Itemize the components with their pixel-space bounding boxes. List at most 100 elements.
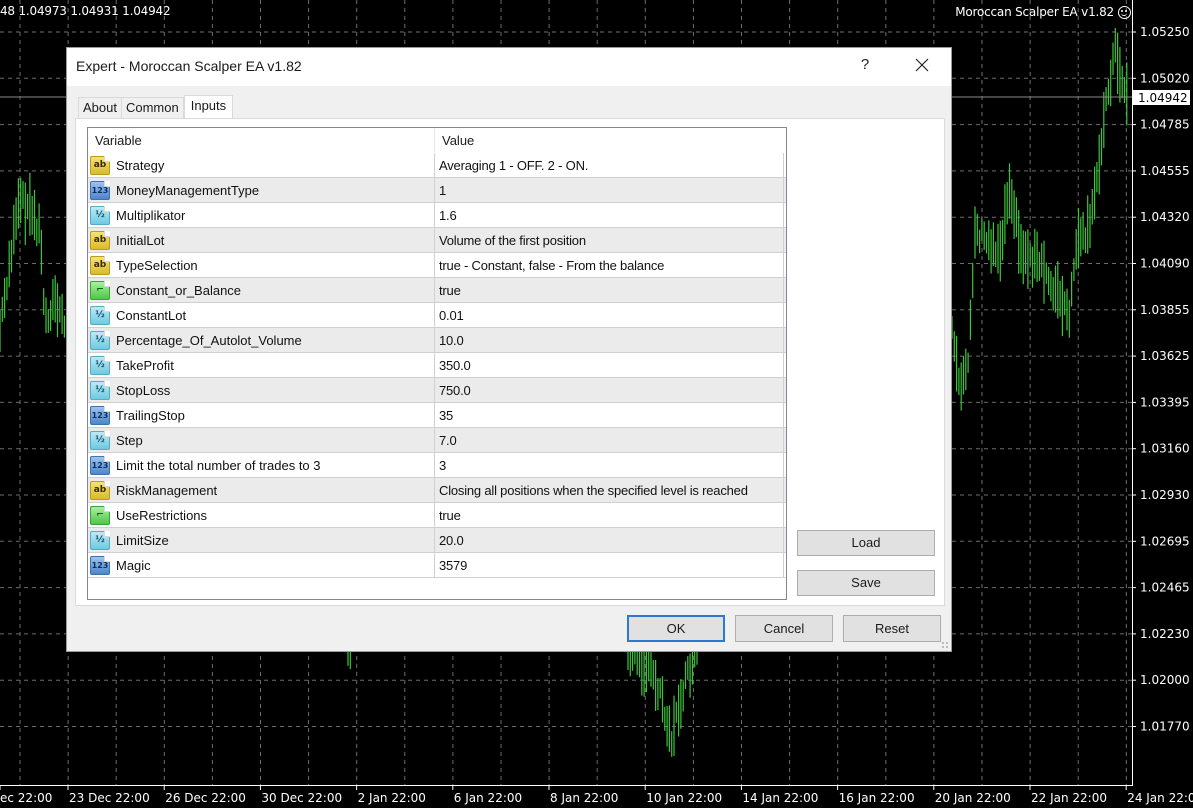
double-type-icon: ½	[90, 330, 110, 350]
price-tick-label: 1.01770	[1140, 720, 1190, 734]
resize-grip[interactable]	[941, 641, 949, 649]
variable-name: Magic	[116, 557, 151, 573]
time-tick-label: 6 Jan 22:00	[454, 791, 522, 805]
value-cell[interactable]: 10.0	[435, 328, 784, 352]
bool-type-icon: ⌐	[90, 280, 110, 300]
dialog-titlebar[interactable]: Expert - Moroccan Scalper EA v1.82 ?	[67, 48, 951, 86]
variable-cell: 123 MoneyManagementType	[88, 178, 435, 202]
table-row[interactable]: ½ ConstantLot 0.01	[88, 303, 786, 328]
variable-name: StopLoss	[116, 382, 171, 398]
variable-name: UseRestrictions	[116, 507, 208, 523]
value-cell[interactable]: 20.0	[435, 528, 784, 552]
value-cell[interactable]: Averaging 1 - OFF. 2 - ON.	[435, 153, 784, 177]
table-row[interactable]: ½ Step 7.0	[88, 428, 786, 453]
variable-cell: ½ LimitSize	[88, 528, 435, 552]
table-row[interactable]: ½ StopLoss 750.0	[88, 378, 786, 403]
value-cell[interactable]: 750.0	[435, 378, 784, 402]
price-tick-label: 1.04785	[1140, 118, 1190, 132]
variable-name: TrailingStop	[116, 407, 185, 423]
value-cell[interactable]: 0.01	[435, 303, 784, 327]
table-row[interactable]: 123 Magic 3579	[88, 553, 786, 578]
value-cell[interactable]: Closing all positions when the specified…	[435, 478, 784, 502]
variable-cell: ⌐ UseRestrictions	[88, 503, 435, 527]
time-axis: ec 22:00 23 Dec 22:00 26 Dec 22:00 30 Dec 2…	[0, 785, 1193, 805]
table-row[interactable]: ½ Percentage_Of_Autolot_Volume 10.0	[88, 328, 786, 353]
double-type-icon: ½	[90, 430, 110, 450]
table-row[interactable]: ½ TakeProfit 350.0	[88, 353, 786, 378]
table-row[interactable]: ab InitialLot Volume of the first position	[88, 228, 786, 253]
value-cell[interactable]: Volume of the first position	[435, 228, 784, 252]
time-tick-label: 2 Jan 22:00	[358, 791, 426, 805]
value-cell[interactable]: true	[435, 503, 784, 527]
close-button[interactable]	[907, 54, 937, 78]
price-tick-label: 1.05020	[1140, 71, 1190, 85]
time-tick-label: 30 Dec 22:00	[261, 791, 342, 805]
ohlc-readout: 48 1.04973 1.04931 1.04942	[0, 4, 171, 18]
column-header-value[interactable]: Value	[435, 128, 786, 152]
table-row[interactable]: ab TypeSelection true - Constant, false - …	[88, 253, 786, 278]
dialog-tabs: About Common Inputs	[78, 95, 234, 119]
table-row[interactable]: ½ Multiplikator 1.6	[88, 203, 786, 228]
integer-type-icon: 123	[90, 405, 110, 425]
table-row[interactable]: ½ LimitSize 20.0	[88, 528, 786, 553]
table-row[interactable]: ab RiskManagement Closing all positions wh…	[88, 478, 786, 503]
column-header-variable[interactable]: Variable	[88, 128, 435, 152]
dialog-title: Expert - Moroccan Scalper EA v1.82	[76, 58, 302, 74]
value-cell[interactable]: true - Constant, false - From the balanc…	[435, 253, 784, 277]
variable-cell: ab RiskManagement	[88, 478, 435, 502]
table-row[interactable]: 123 MoneyManagementType 1	[88, 178, 786, 203]
time-tick-label: 24 Jan 22:00	[1127, 791, 1193, 805]
load-button[interactable]: Load	[797, 530, 935, 556]
time-tick-label: 8 Jan 22:00	[550, 791, 618, 805]
value-cell[interactable]: 1	[435, 178, 784, 202]
variable-cell: ab InitialLot	[88, 228, 435, 252]
variable-cell: ½ Multiplikator	[88, 203, 435, 227]
table-row[interactable]: 123 Limit the total number of trades to 3…	[88, 453, 786, 478]
price-tick-label: 1.03395	[1140, 395, 1190, 409]
tab-common[interactable]: Common	[121, 97, 184, 118]
variable-name: RiskManagement	[116, 482, 218, 498]
variable-cell: ½ Percentage_Of_Autolot_Volume	[88, 328, 435, 352]
value-cell[interactable]: 35	[435, 403, 784, 427]
ok-button[interactable]: OK	[627, 615, 725, 642]
value-cell[interactable]: true	[435, 278, 784, 302]
variable-cell: ab TypeSelection	[88, 253, 435, 277]
smiley-icon[interactable]	[1118, 5, 1131, 19]
variable-cell: ½ StopLoss	[88, 378, 435, 402]
variable-name: MoneyManagementType	[116, 182, 260, 198]
variable-cell: ½ Step	[88, 428, 435, 452]
variable-name: Step	[116, 432, 143, 448]
table-row[interactable]: 123 TrailingStop 35	[88, 403, 786, 428]
time-tick-label: 26 Dec 22:00	[165, 791, 246, 805]
time-tick-label: ec 22:00	[0, 791, 52, 805]
tab-about[interactable]: About	[78, 97, 122, 118]
tab-inputs[interactable]: Inputs	[183, 95, 234, 119]
table-row[interactable]: ab Strategy Averaging 1 - OFF. 2 - ON.	[88, 153, 786, 178]
save-button[interactable]: Save	[797, 570, 935, 596]
variable-cell: ½ ConstantLot	[88, 303, 435, 327]
value-cell[interactable]: 3	[435, 453, 784, 477]
variable-cell: ab Strategy	[88, 153, 435, 177]
price-tick-label: 1.04090	[1140, 257, 1190, 271]
expert-advisor-label[interactable]: Moroccan Scalper EA v1.82	[955, 5, 1131, 19]
reset-button[interactable]: Reset	[843, 615, 941, 642]
cancel-button[interactable]: Cancel	[735, 615, 833, 642]
price-tick-label: 1.02230	[1140, 627, 1190, 641]
time-tick-label: 14 Jan 22:00	[742, 791, 818, 805]
double-type-icon: ½	[90, 305, 110, 325]
double-type-icon: ½	[90, 205, 110, 225]
table-row[interactable]: ⌐ Constant_or_Balance true	[88, 278, 786, 303]
close-icon	[915, 58, 929, 72]
value-cell[interactable]: 3579	[435, 553, 784, 577]
value-cell[interactable]: 1.6	[435, 203, 784, 227]
help-button[interactable]: ?	[857, 56, 873, 76]
inputs-panel: Variable Value ab Strategy Averaging 1 - O…	[75, 118, 945, 606]
variable-cell: 123 Limit the total number of trades to 3	[88, 453, 435, 477]
price-tick-label: 1.02000	[1140, 673, 1190, 687]
value-cell[interactable]: 350.0	[435, 353, 784, 377]
variable-cell: 123 Magic	[88, 553, 435, 577]
variable-cell: ½ TakeProfit	[88, 353, 435, 377]
value-cell[interactable]: 7.0	[435, 428, 784, 452]
time-tick-label: 22 Jan 22:00	[1031, 791, 1107, 805]
table-row[interactable]: ⌐ UseRestrictions true	[88, 503, 786, 528]
